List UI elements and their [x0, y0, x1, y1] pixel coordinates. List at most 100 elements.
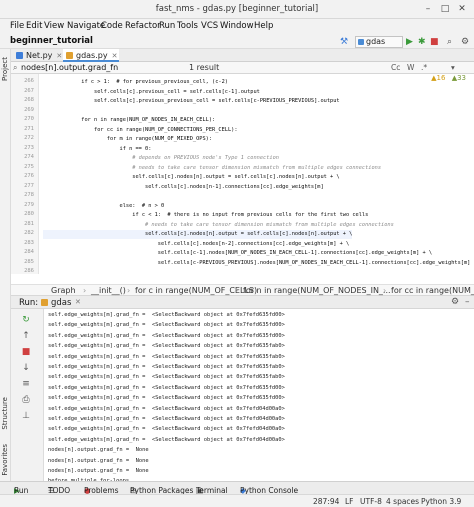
line-separator[interactable]: LF — [345, 497, 354, 506]
search-icon: ⌕ — [13, 63, 18, 72]
project-tool-tab[interactable]: Project — [1, 57, 9, 81]
tab-gdas-py[interactable]: gdas.py ✕ — [63, 49, 119, 62]
menu-refactor[interactable]: Refactor — [125, 21, 161, 31]
menu-code[interactable]: Code — [101, 21, 123, 31]
line-number: 277 — [24, 182, 34, 189]
code-line[interactable]: self.cells[c].previous_previous_cell = s… — [43, 97, 340, 106]
soft-wrap-icon[interactable]: ≡ — [21, 379, 31, 389]
breadcrumb-item[interactable]: __init__() — [91, 286, 126, 295]
tab-label: gdas.py — [76, 51, 108, 60]
code-line[interactable]: self.cells[c].nodes[n-1].connections[cc]… — [43, 183, 324, 192]
file-encoding[interactable]: UTF-8 — [360, 497, 382, 506]
indent-setting[interactable]: 4 spaces — [386, 497, 419, 506]
code-line[interactable]: if c > 1: # for previous_previous_cell, … — [43, 78, 228, 87]
structure-tool-tab[interactable]: Structure — [1, 397, 9, 430]
run-settings-icon[interactable]: ⚙ — [451, 297, 459, 307]
code-line[interactable]: # depends on PREVIOUS node's Type 1 conn… — [43, 154, 279, 163]
code-line[interactable]: # needs to take care tensor dimension mi… — [43, 164, 381, 173]
window-title: fast_nms - gdas.py [beginner_tutorial] — [155, 4, 319, 14]
code-line[interactable]: self.cells[c].previous_cell = self.cells… — [43, 88, 260, 97]
find-bar: ⌕ nodes[n].output.grad_fn 1 result Cc W … — [11, 62, 474, 74]
scroll-up-icon[interactable]: ↑ — [21, 331, 31, 341]
menu-help[interactable]: Help — [254, 21, 273, 31]
line-number: 266 — [24, 78, 34, 84]
menu-run[interactable]: Run — [159, 21, 175, 31]
line-number: 280 — [24, 211, 34, 217]
code-line[interactable]: self.cells[c-PREVIOUS_PREVIOUS].nodes[NU… — [43, 259, 471, 268]
scroll-down-icon[interactable]: ↓ — [21, 363, 31, 373]
console-line: self.edge_weights[m].grad_fn = <SelectBa… — [48, 436, 285, 443]
hide-panel-icon[interactable]: – — [465, 297, 470, 307]
run-toolbar: ↻ ↑ ■ ↓ ≡ ⎙ ⊥ — [11, 309, 44, 481]
code-editor[interactable]: 266 267 268 269 270 271 272 273 274 275 276 277 278 2… — [11, 74, 474, 274]
line-number: 284 — [24, 249, 34, 255]
code-line[interactable]: self.cells[c].nodes[n-2].connections[cc]… — [43, 240, 349, 249]
python-interpreter[interactable]: Python 3.9 — [421, 497, 461, 506]
console-output[interactable]: self.edge_weights[m].grad_fn = <SelectBa… — [44, 309, 474, 481]
menu-file[interactable]: File — [10, 21, 24, 31]
menu-navigate[interactable]: Navigate — [67, 21, 105, 31]
close-tab-icon[interactable]: ✕ — [56, 52, 62, 60]
line-number: 269 — [24, 106, 34, 113]
close-icon[interactable]: ✕ — [456, 3, 468, 15]
code-line[interactable]: for n in range(NUM_OF_NODES_IN_EACH_CELL… — [43, 116, 215, 125]
python-file-icon — [66, 52, 73, 59]
console-line: nodes[n].output.grad_fn = None — [48, 457, 149, 464]
menu-vcs[interactable]: VCS — [201, 21, 218, 31]
build-icon[interactable]: ⚒ — [340, 36, 348, 48]
breadcrumb-item[interactable]: for n in range(NUM_OF_NODES_IN_... — [243, 286, 391, 295]
left-tool-strip: Project Structure Favorites — [0, 49, 11, 481]
code-line[interactable]: else: # n > 0 — [43, 202, 165, 211]
search-input[interactable]: nodes[n].output.grad_fn — [21, 63, 118, 72]
code-line[interactable]: self.cells[c].nodes[n].output = self.cel… — [43, 230, 353, 239]
breadcrumb-separator: › — [235, 286, 239, 295]
rerun-icon[interactable]: ↻ — [21, 315, 31, 325]
debug-icon[interactable]: ✱ — [418, 36, 426, 48]
match-case-toggle[interactable]: Cc — [391, 63, 400, 72]
code-line[interactable]: # needs to take care tensor dimension mi… — [43, 221, 394, 230]
code-line[interactable]: self.cells[c-1].nodes[NUM_OF_NODES_IN_EA… — [43, 249, 432, 258]
stop-icon[interactable]: ■ — [21, 347, 31, 357]
menu-window[interactable]: Window — [220, 21, 254, 31]
pin-icon[interactable]: ⊥ — [21, 411, 31, 421]
project-breadcrumb[interactable]: beginner_tutorial — [10, 36, 93, 46]
print-icon[interactable]: ⎙ — [21, 395, 31, 405]
breadcrumb-item[interactable]: for cc in range(NUM_OF_... — [391, 286, 474, 295]
filter-icon[interactable]: ▾ — [451, 63, 455, 72]
tab-label: Net.py — [26, 51, 53, 60]
tab-net-py[interactable]: Net.py ✕ — [13, 49, 62, 62]
inspection-widget[interactable]: ▲16 ▲33 — [431, 74, 466, 82]
line-number: 278 — [24, 192, 34, 198]
maximize-icon[interactable]: □ — [439, 3, 451, 15]
settings-icon[interactable]: ⚙ — [461, 36, 469, 48]
breadcrumb-item[interactable]: for c in range(NUM_OF_CELLS) — [135, 286, 257, 295]
line-number: 271 — [24, 125, 34, 132]
code-line[interactable]: for m in range(NUM_OF_MIXED_OPS): — [43, 135, 212, 144]
favorites-tool-tab[interactable]: Favorites — [1, 444, 9, 476]
code-area[interactable]: if c > 1: # for previous_previous_cell, … — [43, 74, 470, 274]
warning-count: ▲16 — [431, 74, 446, 82]
search-everywhere-icon[interactable]: ⌕ — [447, 36, 452, 48]
minimize-icon[interactable]: – — [422, 3, 434, 15]
weak-warning-count: ▲33 — [451, 74, 466, 82]
console-line: nodes[n].output.grad_fn = None — [48, 447, 149, 454]
code-line[interactable]: for cc in range(NUM_OF_CONNECTIONS_PER_C… — [43, 126, 238, 135]
code-line[interactable]: self.cells[c].nodes[n].output = self.cel… — [43, 173, 339, 182]
menu-view[interactable]: View — [44, 21, 64, 31]
code-line[interactable]: if c < 1: # there is no input from previ… — [43, 211, 368, 220]
run-icon[interactable]: ▶ — [406, 36, 413, 48]
close-run-tab-icon[interactable]: ✕ — [75, 298, 81, 306]
close-tab-icon[interactable]: ✕ — [112, 52, 118, 60]
regex-toggle[interactable]: .* — [421, 63, 427, 72]
menu-tools[interactable]: Tools — [177, 21, 198, 31]
menu-edit[interactable]: Edit — [26, 21, 42, 31]
run-config-tab[interactable]: gdas — [51, 298, 71, 308]
caret-position[interactable]: 287:94 — [313, 497, 339, 506]
stop-icon[interactable]: ■ — [430, 36, 439, 48]
run-configuration-select[interactable]: gdas — [355, 36, 403, 48]
whole-word-toggle[interactable]: W — [407, 63, 414, 72]
console-line: self.edge_weights[m].grad_fn = <SelectBa… — [48, 332, 285, 339]
code-line[interactable]: if n == 0: — [43, 145, 152, 154]
line-number: 286 — [24, 268, 34, 274]
breadcrumb-item[interactable]: Graph — [51, 286, 76, 295]
